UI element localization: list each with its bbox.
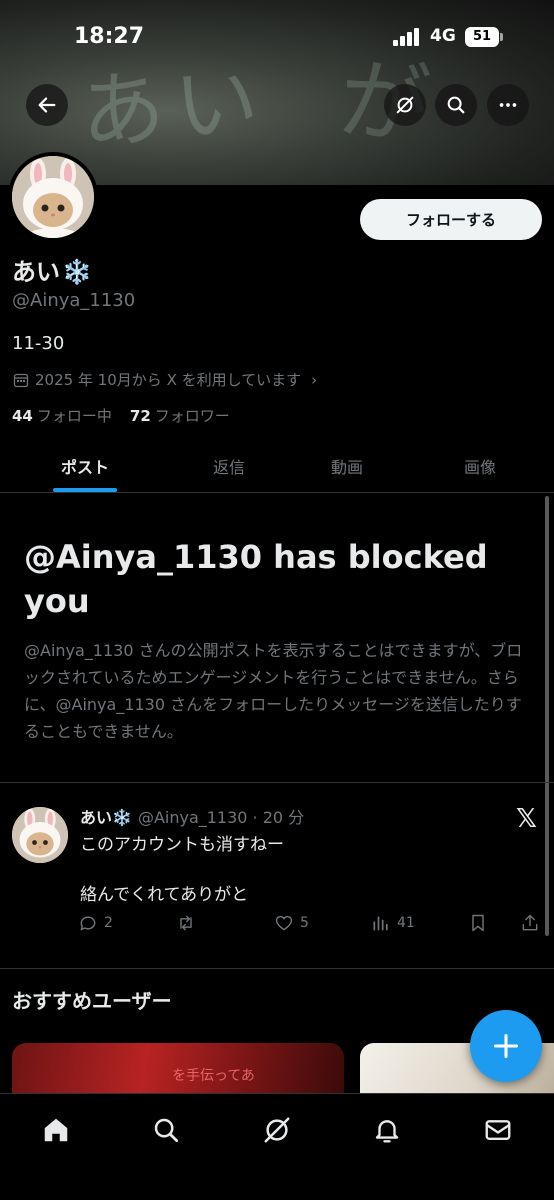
bottom-nav xyxy=(0,1093,554,1200)
compose-button[interactable] xyxy=(470,1010,542,1082)
retweet-icon xyxy=(180,915,192,931)
search-icon xyxy=(447,96,465,114)
tab-label: 動画 xyxy=(330,458,363,477)
tweet-avatar[interactable] xyxy=(12,807,68,863)
followers-label: フォロワー xyxy=(154,407,230,425)
blocked-title: @Ainya_1130 has blocked you xyxy=(24,538,488,620)
following-label: フォロー中 xyxy=(36,407,112,425)
tab-posts[interactable]: ポスト xyxy=(0,440,170,492)
home-icon xyxy=(44,1118,68,1142)
retweet-button[interactable] xyxy=(176,913,202,933)
followers-link[interactable]: 72 フォロワー xyxy=(130,405,230,426)
tweet-author-name[interactable]: あい❄️ xyxy=(80,804,132,828)
profile-bio: 11-30 xyxy=(12,333,65,354)
scrollbar[interactable] xyxy=(545,496,549,936)
tab-label: 返信 xyxy=(212,458,245,477)
like-button[interactable]: 5 xyxy=(274,913,309,933)
tab-videos[interactable]: 動画 xyxy=(288,440,406,492)
more-icon xyxy=(499,103,517,107)
reply-count: 2 xyxy=(104,915,113,931)
profile-tabs: ポスト 返信 動画 画像 xyxy=(0,440,554,493)
tweet-text-line: このアカウントも消すねー xyxy=(80,835,284,855)
profile-name: あい❄️ xyxy=(12,252,92,287)
battery-tip xyxy=(500,33,503,41)
profile-avatar[interactable] xyxy=(8,152,98,242)
reply-button[interactable]: 2 xyxy=(78,913,113,933)
status-time: 18:27 xyxy=(74,24,145,49)
snowflake-emoji: ❄️ xyxy=(62,258,92,286)
heart-icon xyxy=(275,915,293,931)
views-count: 41 xyxy=(397,915,415,931)
views-button[interactable]: 41 xyxy=(371,913,415,933)
recommended-card-text: を手伝ってあ xyxy=(172,1068,255,1084)
joined-date-text: 2025 年 10月から X を利用しています xyxy=(35,371,302,389)
recommended-users-title: おすすめユーザー xyxy=(12,989,172,1013)
nav-grok[interactable] xyxy=(259,1112,295,1148)
cat-bunny-avatar-image xyxy=(12,807,68,863)
divider xyxy=(0,782,554,783)
tab-media[interactable]: 画像 xyxy=(406,440,554,492)
messages-icon xyxy=(485,1120,511,1140)
reply-icon xyxy=(80,916,96,931)
tweet-header: あい❄️ @Ainya_1130 · 20 分 xyxy=(80,804,304,828)
followers-count: 72 xyxy=(129,407,151,425)
share-button[interactable] xyxy=(520,913,540,933)
nav-messages[interactable] xyxy=(480,1112,516,1148)
tab-replies[interactable]: 返信 xyxy=(170,440,288,492)
nav-notifications[interactable] xyxy=(369,1112,405,1148)
search-icon xyxy=(154,1118,178,1142)
back-arrow-icon xyxy=(38,97,56,113)
signal-icon xyxy=(393,28,423,46)
tab-label: 画像 xyxy=(463,458,496,477)
divider xyxy=(0,968,554,969)
x-logo-icon: 𝕏 xyxy=(516,804,537,834)
chevron-right-icon: › xyxy=(311,370,318,389)
tweet-meta: @Ainya_1130 · 20 分 xyxy=(137,808,305,827)
tab-label: ポスト xyxy=(60,458,109,477)
bookmark-icon xyxy=(472,914,484,932)
grok-icon xyxy=(264,1117,290,1143)
tweet-actions: 2 5 41 xyxy=(78,913,544,937)
follow-button[interactable]: フォローする xyxy=(360,199,542,240)
blocked-description: @Ainya_1130 さんの公開ポストを表示することはできますが、ブロックされ… xyxy=(24,641,523,741)
network-type: 4G xyxy=(430,26,456,46)
back-button[interactable] xyxy=(26,84,68,126)
nav-home[interactable] xyxy=(38,1112,74,1148)
plus-icon xyxy=(493,1033,519,1059)
profile-name-text: あい xyxy=(12,258,60,286)
notifications-icon xyxy=(375,1120,399,1143)
following-link[interactable]: 44 フォロー中 xyxy=(12,405,112,426)
tweet-text-line: 絡んでくれてありがと xyxy=(80,885,249,905)
search-button[interactable] xyxy=(435,84,477,126)
calendar-icon xyxy=(13,373,29,387)
more-button[interactable] xyxy=(487,84,529,126)
nav-search[interactable] xyxy=(148,1112,184,1148)
follow-stats: 44 フォロー中 72 フォロワー xyxy=(12,405,230,426)
joined-date-row[interactable]: 2025 年 10月から X を利用しています › xyxy=(13,369,317,390)
grok-icon xyxy=(396,96,414,114)
profile-handle: @Ainya_1130 xyxy=(12,290,136,311)
cat-bunny-avatar-image xyxy=(12,156,94,238)
like-count: 5 xyxy=(300,915,309,931)
following-count: 44 xyxy=(12,407,33,425)
grok-button[interactable] xyxy=(384,84,426,126)
views-icon xyxy=(373,916,388,931)
share-icon xyxy=(522,914,538,931)
battery-icon: 51 xyxy=(465,27,499,47)
status-bar: 18:27 4G 51 xyxy=(0,0,554,76)
bookmark-button[interactable] xyxy=(468,913,488,933)
tab-indicator xyxy=(53,488,117,492)
